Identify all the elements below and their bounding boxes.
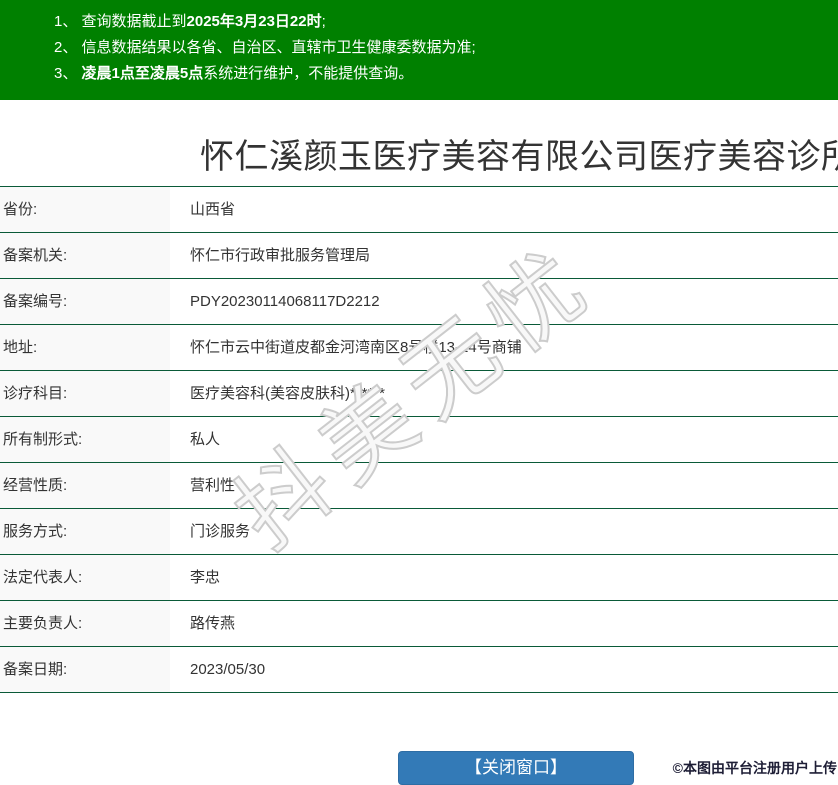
field-value-business-nature: 营利性 bbox=[190, 477, 236, 494]
notice-1-bold: 2025年3月23日22时 bbox=[186, 13, 322, 30]
field-label-filing-authority: 备案机关: bbox=[0, 233, 170, 278]
copyright-watermark: ©本图由平台注册用户上传 bbox=[672, 760, 837, 776]
table-row: 省份: 山西省 bbox=[0, 187, 838, 233]
table-row: 备案编号: PDY20230114068117D2212 bbox=[0, 279, 838, 325]
field-label-legal-representative: 法定代表人: bbox=[0, 555, 170, 600]
field-label-province: 省份: bbox=[0, 187, 170, 232]
notice-line-1: 1、 查询数据截止到2025年3月23日22时; bbox=[0, 9, 838, 35]
field-label-business-nature: 经营性质: bbox=[0, 463, 170, 508]
field-value-ownership-form: 私人 bbox=[190, 431, 221, 448]
field-label-ownership-form: 所有制形式: bbox=[0, 417, 170, 462]
field-value-province: 山西省 bbox=[190, 201, 236, 218]
registration-info-table: 省份: 山西省 备案机关: 怀仁市行政审批服务管理局 备案编号: PDY2023… bbox=[0, 186, 838, 693]
table-row: 备案机关: 怀仁市行政审批服务管理局 bbox=[0, 233, 838, 279]
field-label-filing-date: 备案日期: bbox=[0, 647, 170, 692]
table-row: 经营性质: 营利性 bbox=[0, 463, 838, 509]
table-row: 备案日期: 2023/05/30 bbox=[0, 647, 838, 693]
field-value-legal-representative: 李忠 bbox=[190, 569, 221, 586]
field-value-diagnosis-subjects: 医疗美容科(美容皮肤科)****** bbox=[190, 385, 386, 402]
table-row: 服务方式: 门诊服务 bbox=[0, 509, 838, 555]
table-row: 诊疗科目: 医疗美容科(美容皮肤科)****** bbox=[0, 371, 838, 417]
table-row: 地址: 怀仁市云中街道皮都金河湾南区8号楼13-14号商铺 bbox=[0, 325, 838, 371]
notice-banner: 1、 查询数据截止到2025年3月23日22时; 2、 信息数据结果以各省、自治… bbox=[0, 0, 838, 100]
field-value-person-in-charge: 路传燕 bbox=[190, 615, 236, 632]
notice-2-text: 2、 信息数据结果以各省、自治区、直辖市卫生健康委数据为准; bbox=[54, 39, 476, 56]
table-row: 法定代表人: 李忠 bbox=[0, 555, 838, 601]
table-row: 所有制形式: 私人 bbox=[0, 417, 838, 463]
field-label-person-in-charge: 主要负责人: bbox=[0, 601, 170, 646]
field-label-address: 地址: bbox=[0, 325, 170, 370]
field-label-service-mode: 服务方式: bbox=[0, 509, 170, 554]
notice-1-text: 1、 查询数据截止到 bbox=[54, 13, 187, 30]
field-label-filing-number: 备案编号: bbox=[0, 279, 170, 324]
table-row: 主要负责人: 路传燕 bbox=[0, 601, 838, 647]
notice-1-suffix: ; bbox=[321, 13, 326, 30]
field-label-diagnosis-subjects: 诊疗科目: bbox=[0, 371, 170, 416]
notice-line-3: 3、 凌晨1点至凌晨5点系统进行维护，不能提供查询。 bbox=[0, 61, 838, 87]
field-value-service-mode: 门诊服务 bbox=[190, 523, 251, 540]
field-value-filing-number: PDY20230114068117D2212 bbox=[190, 293, 380, 310]
notice-3-text: 3、 bbox=[54, 65, 82, 82]
page-title: 怀仁溪颜玉医疗美容有限公司医疗美容诊所 bbox=[200, 138, 838, 176]
notice-line-2: 2、 信息数据结果以各省、自治区、直辖市卫生健康委数据为准; bbox=[0, 35, 838, 61]
close-window-button[interactable]: 【关闭窗口】 bbox=[398, 751, 634, 785]
field-value-filing-authority: 怀仁市行政审批服务管理局 bbox=[190, 247, 371, 264]
notice-3-bold: 凌晨1点至凌晨5点 bbox=[81, 65, 204, 82]
field-value-address: 怀仁市云中街道皮都金河湾南区8号楼13-14号商铺 bbox=[190, 339, 522, 356]
field-value-filing-date: 2023/05/30 bbox=[190, 661, 266, 678]
notice-3-suffix: 系统进行维护，不能提供查询。 bbox=[203, 65, 414, 82]
